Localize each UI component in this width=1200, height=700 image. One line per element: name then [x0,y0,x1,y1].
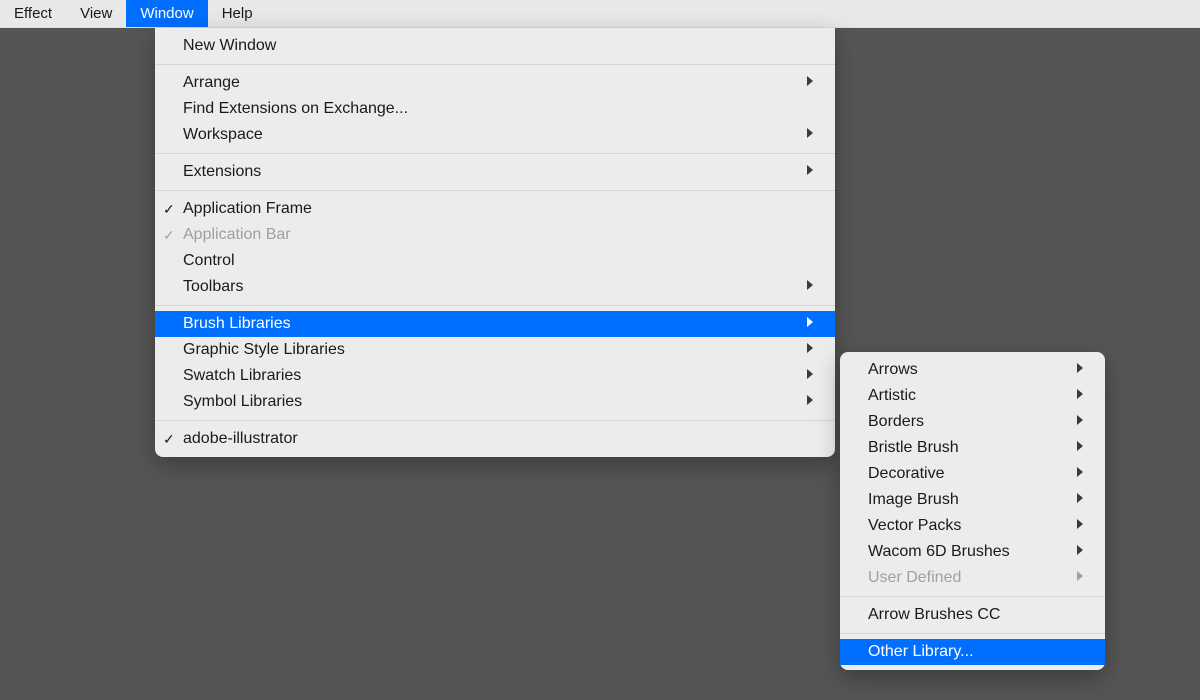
menu-item-label: Application Bar [183,226,291,244]
menu-item-label: Arrange [183,74,240,92]
menu-separator [155,64,835,65]
menu-item-label: Arrow Brushes CC [868,606,1000,624]
menubar-item-window[interactable]: Window [126,0,207,27]
submenu-item-vector-packs[interactable]: Vector Packs [840,513,1105,539]
menu-item-label: Symbol Libraries [183,393,302,411]
menu-item-label: Vector Packs [868,517,961,535]
menu-item-label: User Defined [868,569,961,587]
menu-item-new-window[interactable]: New Window [155,33,835,59]
submenu-item-user-defined: User Defined [840,565,1105,591]
menu-item-extensions[interactable]: Extensions [155,159,835,185]
menu-item-workspace[interactable]: Workspace [155,122,835,148]
submenu-item-arrow-brushes-cc[interactable]: Arrow Brushes CC [840,602,1105,628]
menu-item-label: Workspace [183,126,263,144]
menu-item-swatch-libraries[interactable]: Swatch Libraries [155,363,835,389]
menu-item-toolbars[interactable]: Toolbars [155,274,835,300]
submenu-arrow-icon [805,341,815,359]
menu-item-label: Decorative [868,465,944,483]
submenu-item-artistic[interactable]: Artistic [840,383,1105,409]
submenu-item-other-library[interactable]: Other Library... [840,639,1105,665]
submenu-item-image-brush[interactable]: Image Brush [840,487,1105,513]
submenu-arrow-icon [805,126,815,144]
menu-item-label: Other Library... [868,643,974,661]
menu-separator [155,305,835,306]
submenu-arrow-icon [1075,543,1085,561]
submenu-arrow-icon [805,393,815,411]
checkmark-icon: ✓ [163,227,175,244]
menu-item-brush-libraries[interactable]: Brush Libraries [155,311,835,337]
submenu-arrow-icon [1075,387,1085,405]
menubar-label: Window [140,5,193,22]
brush-libraries-submenu: Arrows Artistic Borders Bristle Brush De… [840,352,1105,670]
submenu-arrow-icon [1075,465,1085,483]
menu-item-label: Borders [868,413,924,431]
menu-item-label: Brush Libraries [183,315,291,333]
checkmark-icon: ✓ [163,201,175,218]
menu-item-graphic-style-libraries[interactable]: Graphic Style Libraries [155,337,835,363]
submenu-arrow-icon [805,74,815,92]
window-dropdown: New Window Arrange Find Extensions on Ex… [155,28,835,457]
menu-item-arrange[interactable]: Arrange [155,70,835,96]
menu-item-label: Graphic Style Libraries [183,341,345,359]
submenu-arrow-icon [805,278,815,296]
menu-item-label: adobe-illustrator [183,430,298,448]
menu-item-label: Control [183,252,235,270]
submenu-arrow-icon [1075,439,1085,457]
menu-item-label: Toolbars [183,278,243,296]
menubar-item-help[interactable]: Help [208,0,267,27]
menu-item-label: Find Extensions on Exchange... [183,100,408,118]
submenu-item-decorative[interactable]: Decorative [840,461,1105,487]
menubar-label: Effect [14,5,52,22]
menubar-label: Help [222,5,253,22]
submenu-arrow-icon [1075,517,1085,535]
menubar-item-effect[interactable]: Effect [0,0,66,27]
checkmark-icon: ✓ [163,431,175,448]
menubar-item-view[interactable]: View [66,0,126,27]
menu-separator [840,596,1105,597]
menu-item-application-frame[interactable]: ✓ Application Frame [155,196,835,222]
menubar-label: View [80,5,112,22]
submenu-arrow-icon [1075,413,1085,431]
menu-item-label: Arrows [868,361,918,379]
submenu-arrow-icon [1075,491,1085,509]
submenu-item-arrows[interactable]: Arrows [840,357,1105,383]
submenu-item-borders[interactable]: Borders [840,409,1105,435]
menu-item-adobe-illustrator[interactable]: ✓ adobe-illustrator [155,426,835,452]
submenu-arrow-icon [805,367,815,385]
submenu-item-wacom-6d-brushes[interactable]: Wacom 6D Brushes [840,539,1105,565]
menu-item-label: Artistic [868,387,916,405]
submenu-arrow-icon [1075,361,1085,379]
menubar: Effect View Window Help [0,0,1200,28]
submenu-item-bristle-brush[interactable]: Bristle Brush [840,435,1105,461]
menu-separator [840,633,1105,634]
menu-item-find-extensions[interactable]: Find Extensions on Exchange... [155,96,835,122]
submenu-arrow-icon [805,163,815,181]
submenu-arrow-icon [1075,569,1085,587]
menu-item-label: Swatch Libraries [183,367,301,385]
menu-item-label: Extensions [183,163,261,181]
menu-item-label: New Window [183,37,276,55]
menu-separator [155,420,835,421]
menu-item-label: Wacom 6D Brushes [868,543,1010,561]
submenu-arrow-icon [805,315,815,333]
menu-item-label: Application Frame [183,200,312,218]
menu-separator [155,190,835,191]
menu-item-label: Bristle Brush [868,439,959,457]
menu-item-control[interactable]: Control [155,248,835,274]
menu-separator [155,153,835,154]
menu-item-label: Image Brush [868,491,959,509]
menu-item-application-bar: ✓ Application Bar [155,222,835,248]
menu-item-symbol-libraries[interactable]: Symbol Libraries [155,389,835,415]
